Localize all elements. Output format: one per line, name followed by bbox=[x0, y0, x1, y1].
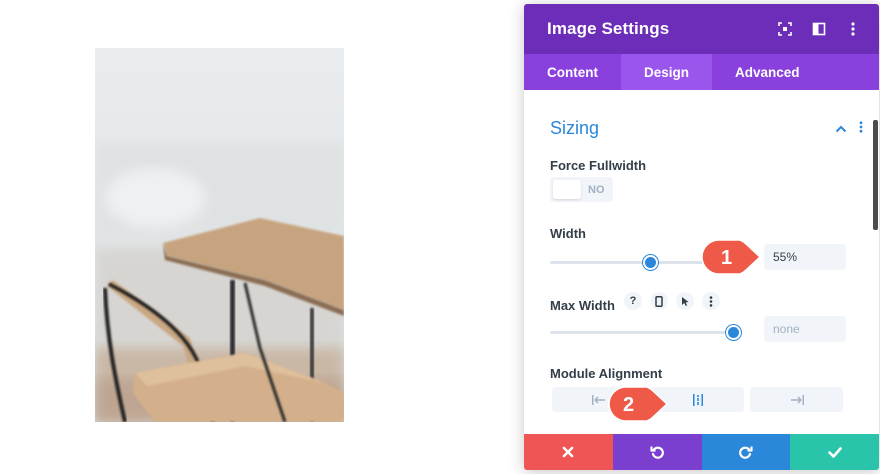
callout-2: 2 bbox=[607, 385, 669, 428]
help-icon[interactable]: ? bbox=[624, 292, 642, 310]
module-alignment-options bbox=[552, 387, 843, 412]
tab-design[interactable]: Design bbox=[621, 54, 713, 90]
image-module-preview[interactable] bbox=[95, 48, 344, 422]
max-width-value-field[interactable]: none bbox=[764, 316, 846, 342]
toggle-state-text: NO bbox=[588, 183, 605, 196]
section-actions bbox=[835, 120, 863, 138]
max-width-label: Max Width bbox=[550, 298, 615, 313]
canvas: Image Settings Content Design Advanced S… bbox=[0, 0, 880, 474]
callout-1-number: 1 bbox=[721, 247, 732, 269]
save-button[interactable] bbox=[790, 434, 879, 470]
undo-icon bbox=[650, 446, 665, 459]
header-actions bbox=[777, 4, 861, 54]
redo-icon bbox=[738, 446, 753, 459]
width-value-field[interactable]: 55% bbox=[764, 244, 846, 270]
settings-tabs: Content Design Advanced bbox=[524, 54, 879, 90]
max-width-slider-handle[interactable] bbox=[725, 325, 741, 340]
align-left-icon bbox=[591, 394, 605, 405]
split-view-icon[interactable] bbox=[811, 21, 827, 37]
align-center-icon bbox=[692, 393, 703, 406]
callout-1: 1 bbox=[700, 238, 762, 281]
align-right-icon bbox=[790, 394, 804, 405]
redo-button[interactable] bbox=[701, 434, 791, 470]
mobile-icon[interactable] bbox=[650, 292, 668, 310]
panel-header[interactable]: Image Settings bbox=[524, 4, 879, 54]
width-slider-handle[interactable] bbox=[643, 255, 659, 270]
max-width-placeholder: none bbox=[773, 322, 800, 336]
cursor-icon[interactable] bbox=[676, 292, 694, 310]
checkmark-icon bbox=[827, 446, 842, 458]
panel-footer bbox=[524, 434, 879, 470]
force-fullwidth-label: Force Fullwidth bbox=[550, 158, 647, 173]
align-right-button[interactable] bbox=[750, 387, 843, 412]
force-fullwidth-toggle[interactable]: NO bbox=[550, 177, 613, 202]
max-width-options: ? bbox=[624, 292, 720, 310]
undo-button[interactable] bbox=[612, 434, 702, 470]
section-title-sizing[interactable]: Sizing bbox=[550, 118, 599, 139]
more-vertical-icon[interactable] bbox=[702, 292, 720, 310]
more-vertical-icon[interactable] bbox=[845, 21, 861, 37]
tab-advanced[interactable]: Advanced bbox=[712, 54, 823, 90]
tab-content[interactable]: Content bbox=[524, 54, 621, 90]
close-icon bbox=[563, 446, 574, 458]
module-alignment-label: Module Alignment bbox=[550, 366, 663, 381]
panel-title: Image Settings bbox=[547, 19, 670, 38]
cancel-button[interactable] bbox=[524, 434, 613, 470]
width-label: Width bbox=[550, 226, 586, 241]
chevron-up-icon[interactable] bbox=[835, 120, 847, 138]
max-width-slider[interactable] bbox=[550, 325, 741, 340]
image-settings-panel: Image Settings Content Design Advanced S… bbox=[524, 4, 879, 470]
callout-2-number: 2 bbox=[623, 394, 634, 416]
chair-table-photo bbox=[95, 143, 344, 422]
toggle-knob bbox=[553, 180, 581, 199]
expand-icon[interactable] bbox=[777, 21, 793, 37]
more-vertical-icon[interactable] bbox=[859, 120, 863, 138]
panel-scrollbar[interactable] bbox=[873, 120, 878, 230]
